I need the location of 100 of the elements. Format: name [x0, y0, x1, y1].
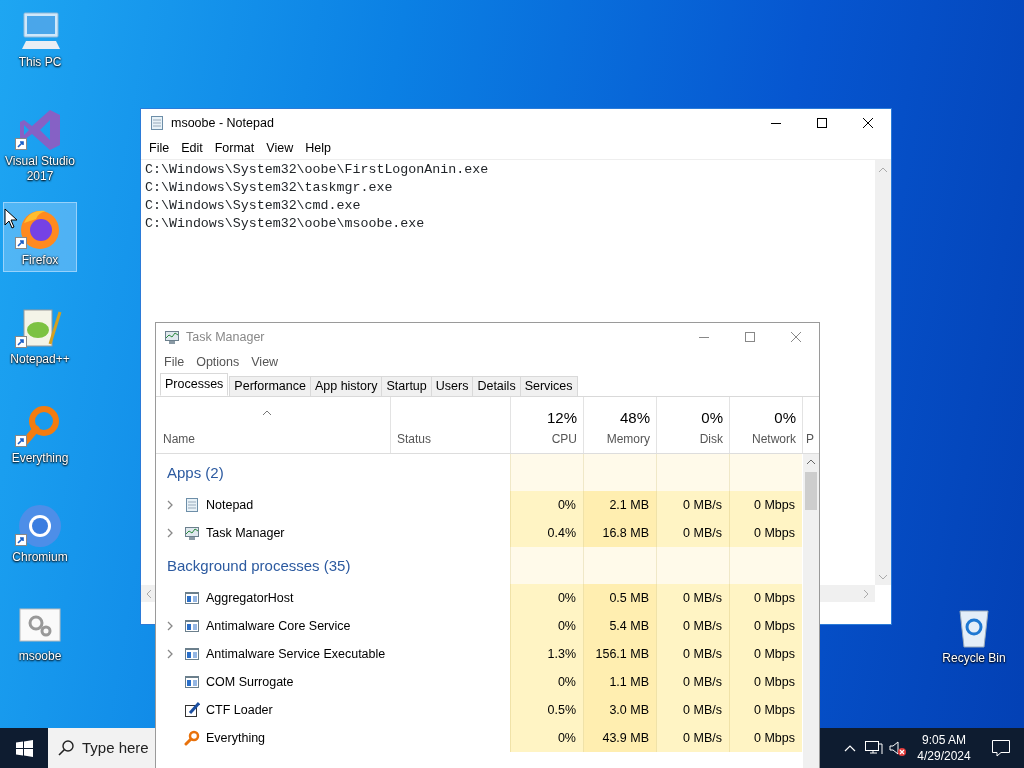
table-cell: 3.0 MB — [583, 696, 656, 724]
close-icon — [863, 118, 873, 128]
text-line: C:\Windows\System32\cmd.exe — [145, 197, 362, 215]
menu-item[interactable]: File — [158, 352, 191, 372]
group-heading: Apps (2) — [166, 463, 224, 483]
table-cell: 0 MB/s — [656, 491, 729, 519]
expand-chevron-icon[interactable] — [166, 528, 174, 538]
expand-chevron-icon[interactable] — [166, 500, 174, 510]
process-row[interactable]: Antimalware Service Executable 1.3% 156.1 MB 0 MB/s 0 Mbps — [156, 640, 803, 668]
scrollbar[interactable] — [803, 454, 819, 768]
clock[interactable]: 9:05 AM 4/29/2024 — [910, 732, 978, 764]
sort-caret-icon — [262, 409, 272, 417]
pen-icon — [184, 702, 200, 718]
table-cell: 0 MB/s — [656, 696, 729, 724]
text-line: C:\Windows\System32\taskmgr.exe — [145, 179, 394, 197]
maximize-icon — [745, 332, 755, 342]
table-cell: 0% — [510, 584, 583, 612]
column-header[interactable]: 0% Network — [729, 397, 802, 453]
table-cell: 0 Mbps — [729, 519, 802, 547]
tab[interactable]: Startup — [381, 376, 432, 397]
tab[interactable]: Services — [519, 376, 578, 397]
menu-item[interactable]: Format — [208, 138, 261, 158]
column-header[interactable]: 12% CPU — [510, 397, 583, 453]
window-icon — [184, 674, 200, 690]
menu-item[interactable]: View — [260, 138, 300, 158]
scrollbar[interactable] — [819, 585, 875, 602]
usage-percent: 48% — [619, 408, 650, 428]
process-name: CTF Loader — [206, 701, 273, 719]
menu-item[interactable]: Options — [190, 352, 246, 372]
window-title: msoobe - Notepad — [171, 114, 274, 132]
table-cell: 0% — [510, 612, 583, 640]
minimize-icon — [771, 122, 781, 124]
column-label: Network — [752, 431, 796, 448]
icon-label: msoobe — [18, 649, 62, 664]
process-row[interactable]: Antimalware Core Service 0% 5.4 MB 0 MB/s 0 Mbps — [156, 612, 803, 640]
tab[interactable]: Users — [430, 376, 474, 397]
column-label: Name — [163, 431, 195, 448]
table-cell: 1.1 MB — [583, 668, 656, 696]
search-field[interactable]: Type here — [82, 736, 154, 760]
maximize-icon — [817, 118, 827, 128]
column-header[interactable]: 48% Memory — [583, 397, 656, 453]
table-cell: 0 Mbps — [729, 640, 802, 668]
scroll-thumb[interactable] — [805, 472, 817, 510]
column-label: CPU — [551, 431, 577, 448]
table-cell: 0 Mbps — [729, 724, 802, 752]
chart-icon — [184, 525, 200, 541]
scrollbar[interactable] — [875, 160, 891, 585]
tab[interactable]: Details — [472, 376, 521, 397]
process-row[interactable]: Notepad 0% 2.1 MB 0 MB/s 0 Mbps — [156, 491, 803, 519]
tab[interactable]: Performance — [229, 376, 311, 397]
process-row[interactable]: AggregatorHost 0% 0.5 MB 0 MB/s 0 Mbps — [156, 584, 803, 612]
magnifier-icon — [184, 730, 200, 746]
expand-chevron-icon[interactable] — [166, 649, 174, 659]
table-cell: 5.4 MB — [583, 612, 656, 640]
table-cell: 0.4% — [510, 519, 583, 547]
table-cell: 2.1 MB — [583, 491, 656, 519]
browser-icon — [16, 502, 64, 550]
process-name: Everything — [206, 729, 266, 747]
chart-icon — [164, 329, 180, 345]
desktop-shortcut[interactable]: Recycle Bin — [937, 600, 1011, 670]
muted-speaker-icon — [889, 740, 907, 756]
text-line: C:\Windows\System32\oobe\FirstLogonAnin.exe — [145, 161, 490, 179]
windows-logo-icon — [15, 739, 33, 757]
date-text: 4/29/2024 — [916, 748, 972, 764]
icon-label: Recycle Bin — [942, 651, 1006, 666]
process-row[interactable]: Everything 0% 43.9 MB 0 MB/s 0 Mbps — [156, 724, 803, 752]
search-icon — [58, 740, 74, 756]
menu-item[interactable]: File — [143, 138, 176, 158]
column-label: P — [806, 431, 814, 448]
process-row[interactable]: CTF Loader 0.5% 3.0 MB 0 MB/s 0 Mbps — [156, 696, 803, 724]
expand-chevron-icon[interactable] — [166, 621, 174, 631]
menu-item[interactable]: View — [245, 352, 285, 372]
search-bar[interactable]: Type here — [48, 728, 155, 768]
table-cell: 0 MB/s — [656, 612, 729, 640]
table-cell: 43.9 MB — [583, 724, 656, 752]
close-icon — [791, 332, 801, 342]
column-header[interactable]: Status — [390, 397, 510, 453]
tab[interactable]: Processes — [160, 373, 229, 396]
column-header[interactable]: Name — [156, 397, 390, 453]
column-header[interactable]: P — [802, 397, 818, 453]
process-name: AggregatorHost — [206, 589, 294, 607]
tab[interactable]: App history — [309, 376, 383, 397]
icon-label: Notepad++ — [10, 352, 70, 367]
process-row[interactable]: COM Surrogate 0% 1.1 MB 0 MB/s 0 Mbps — [156, 668, 803, 696]
menu-item[interactable]: Help — [299, 138, 337, 158]
column-header[interactable]: 0% Disk — [656, 397, 729, 453]
table-cell: 0 MB/s — [656, 724, 729, 752]
table-cell: 0 Mbps — [729, 668, 802, 696]
usage-percent: 0% — [701, 408, 723, 428]
table-cell: 0% — [510, 724, 583, 752]
process-row[interactable]: Task Manager 0.4% 16.8 MB 0 MB/s 0 Mbps — [156, 519, 803, 547]
table-cell: 16.8 MB — [583, 519, 656, 547]
text-line: C:\Windows\System32\oobe\msoobe.exe — [145, 215, 426, 233]
network-icon — [865, 740, 883, 756]
cursor-icon — [4, 208, 18, 229]
window-icon — [184, 646, 200, 662]
table-cell: 0 Mbps — [729, 612, 802, 640]
icon-label: Chromium — [12, 550, 68, 565]
table-cell: 0 Mbps — [729, 491, 802, 519]
menu-item[interactable]: Edit — [175, 138, 209, 158]
